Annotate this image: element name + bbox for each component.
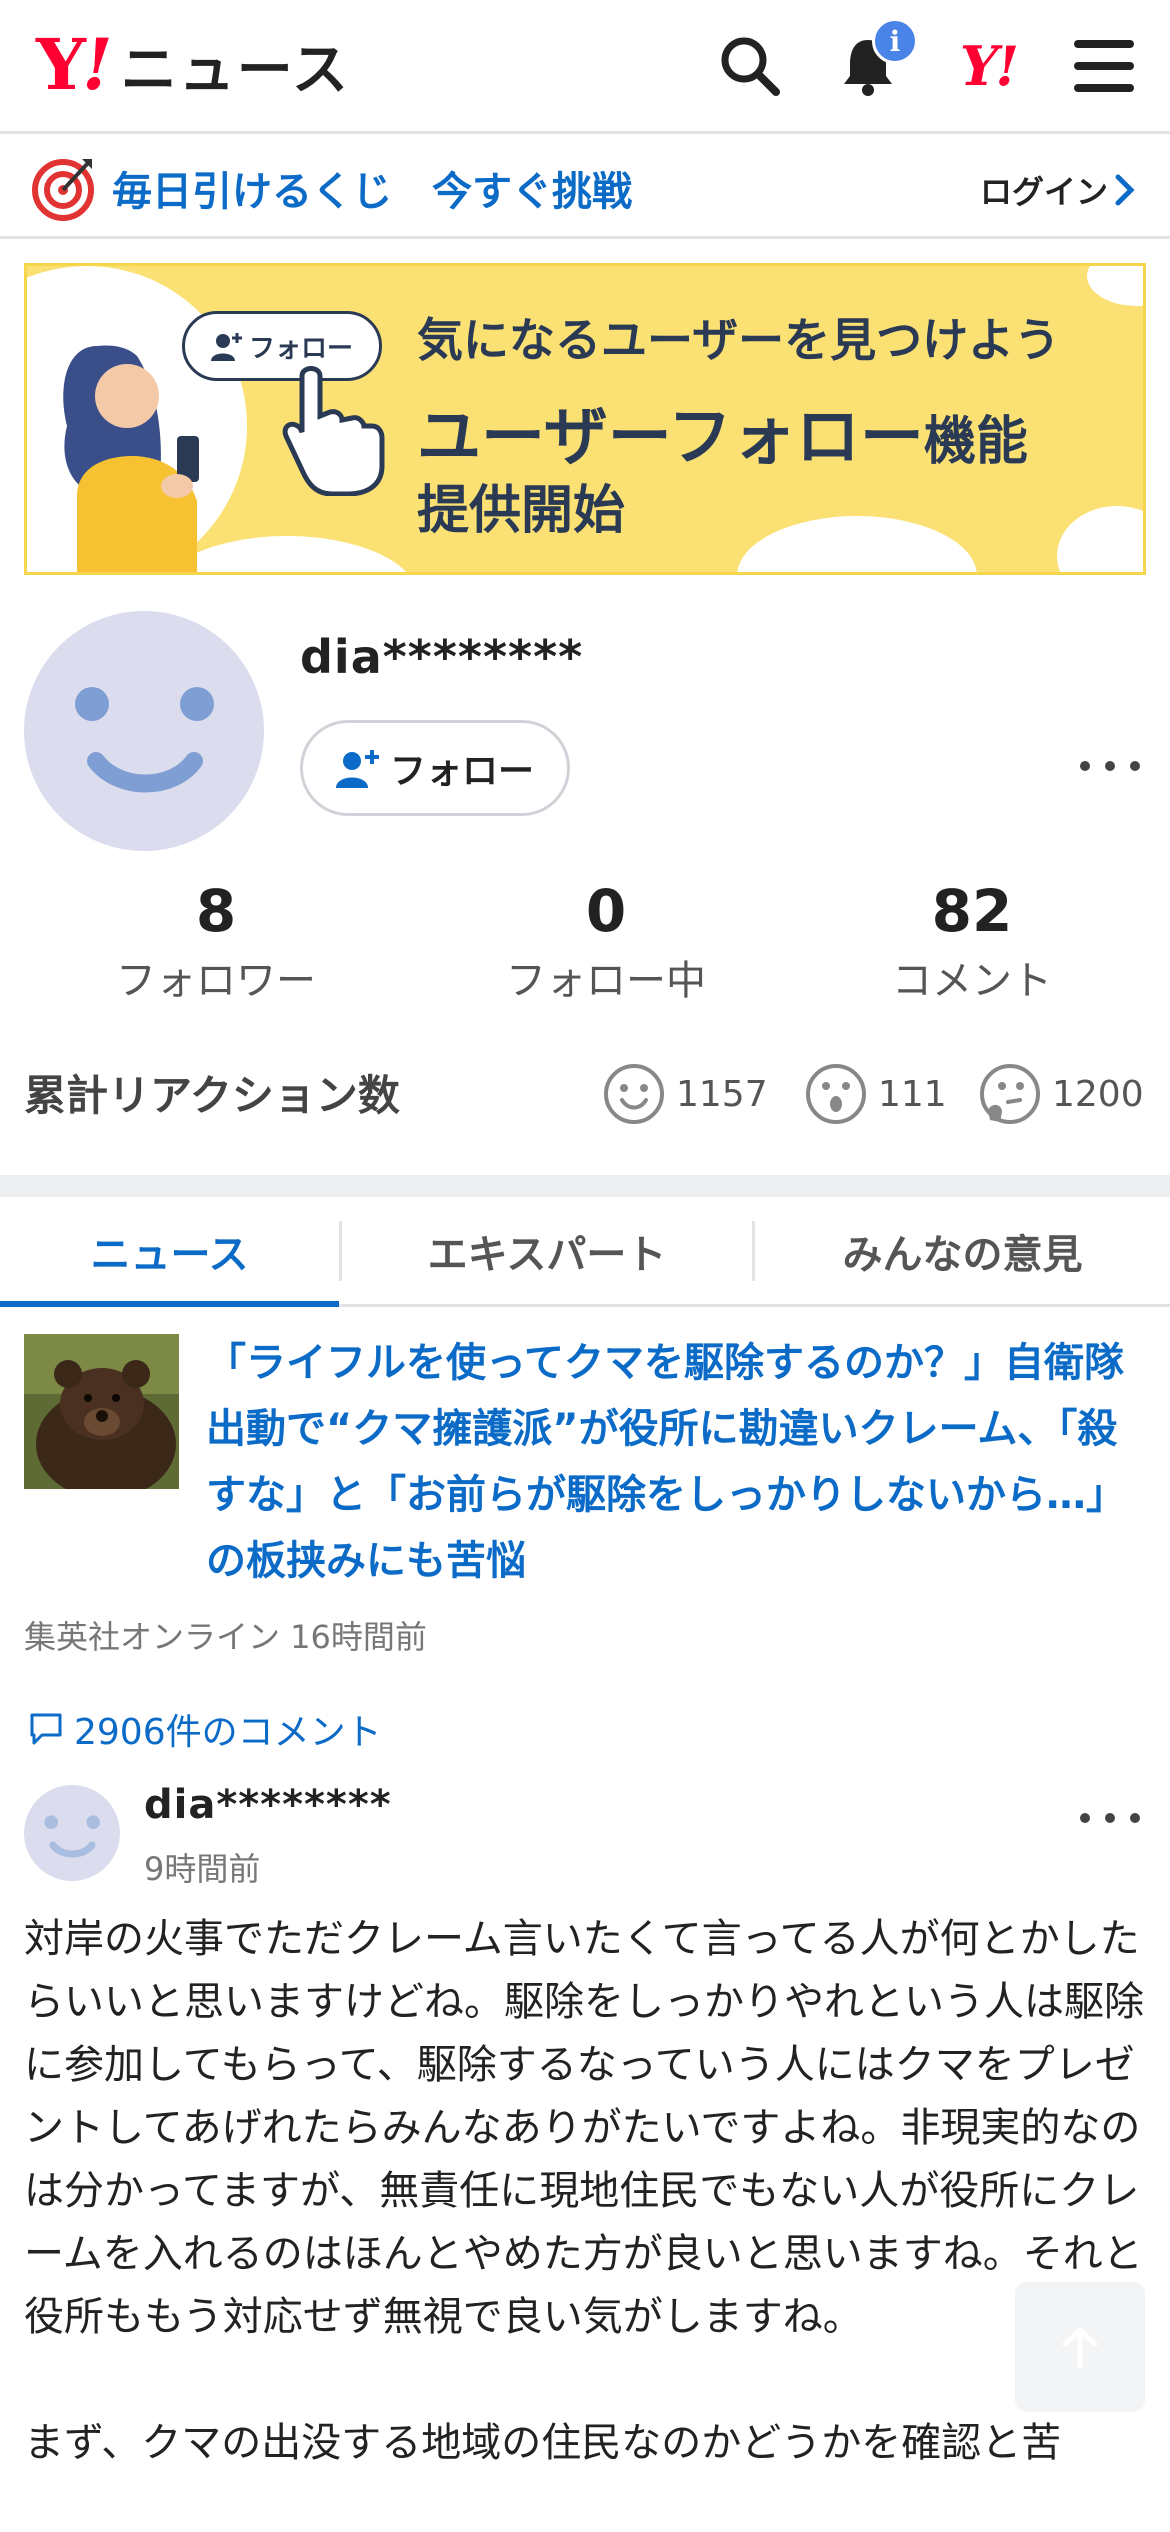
following-stat[interactable]: 0 フォロー中 xyxy=(456,877,756,1006)
app-header: Y ! ニュース i Y! xyxy=(0,0,1170,134)
thinking-icon xyxy=(980,1064,1040,1124)
comments-label: コメント xyxy=(892,957,1052,1004)
banner-pill-label: フォロー xyxy=(248,333,353,364)
reaction-total-title: 累計リアクション数 xyxy=(24,1071,400,1120)
lottery-text: 毎日引けるくじ 今すぐ挑戦 xyxy=(112,169,632,215)
tab-opinions[interactable]: みんなの意見 xyxy=(755,1197,1170,1304)
followers-stat[interactable]: 8 フォロワー xyxy=(66,877,366,1006)
following-count: 0 xyxy=(585,877,627,945)
login-label: ログイン xyxy=(979,173,1108,211)
article-comment-link[interactable]: 2906件のコメント xyxy=(28,1703,382,1755)
article-title-link[interactable]: 「ライフルを使ってクマを駆除するのか？」自衛隊出動で“クマ擁護派”が役所に勘違い… xyxy=(206,1330,1146,1594)
profile-avatar xyxy=(24,611,264,851)
search-icon[interactable] xyxy=(714,30,786,102)
followers-label: フォロワー xyxy=(116,957,316,1004)
yahoo-top-link[interactable]: Y! xyxy=(948,30,1028,102)
comment-count-label: 2906件のコメント xyxy=(74,1712,382,1753)
article-thumbnail[interactable] xyxy=(24,1334,179,1489)
notification-bell-icon[interactable]: i xyxy=(832,18,918,102)
banner-line3: 提供開始 xyxy=(417,481,626,541)
lottery-bar[interactable]: 毎日引けるくじ 今すぐ挑戦 ログイン xyxy=(0,137,1170,239)
commenter-avatar xyxy=(24,1785,120,1881)
logo-text: ニュース xyxy=(120,37,350,103)
logo-y-mark: Y xyxy=(36,23,86,106)
tab-news[interactable]: ニュース xyxy=(0,1197,339,1307)
yahoo-news-logo[interactable]: Y ! ニュース xyxy=(36,23,350,106)
follow-button-label: フォロー xyxy=(389,751,534,792)
banner-line2-small: 機能 xyxy=(923,412,1028,472)
login-link[interactable]: ログイン xyxy=(980,167,1136,213)
followers-count: 8 xyxy=(195,877,237,945)
banner-line1: 気になるユーザーを見つけよう xyxy=(417,313,1061,367)
comments-stat[interactable]: 82 コメント xyxy=(822,877,1122,1006)
reaction-smile: 1157 xyxy=(602,1062,768,1126)
user-follow-banner[interactable]: フォロー 気になるユーザーを見つけよう ユーザーフォロー機能 提供開始 xyxy=(24,263,1146,575)
comment-paragraph: まず、クマの出没する地域の住民なのかどうかを確認と苦 xyxy=(24,2420,1062,2466)
chevron-right-icon xyxy=(1115,174,1135,206)
surprised-icon xyxy=(806,1064,866,1124)
reaction-surprised: 111 xyxy=(804,1062,947,1126)
person-plus-icon xyxy=(210,333,242,361)
scroll-to-top-button[interactable] xyxy=(1015,2282,1145,2412)
comments-count: 82 xyxy=(931,877,1013,945)
comment-paragraph: 対岸の火事でただクレーム言いたくて言ってる人が何とかしたらいいと思いますけどね。… xyxy=(24,1916,1144,2340)
profile-more-menu-icon[interactable] xyxy=(1080,756,1140,776)
reaction-smile-count: 1157 xyxy=(676,1073,768,1115)
person-plus-icon xyxy=(335,750,379,788)
article-source: 集英社オンライン 16時間前 xyxy=(24,1618,427,1656)
follow-button[interactable]: フォロー xyxy=(300,720,570,816)
comment-body: 対岸の火事でただクレーム言いたくて言ってる人が何とかしたらいいと思いますけどね。… xyxy=(24,1908,1146,2475)
yahoo-mark: Y! xyxy=(959,34,1019,98)
tab-expert[interactable]: エキスパート xyxy=(342,1197,752,1304)
banner-line2-main: ユーザーフォロー xyxy=(417,401,924,475)
target-icon xyxy=(30,155,96,225)
speech-bubble-icon xyxy=(30,1713,62,1745)
arrow-up-icon xyxy=(1062,2327,1098,2369)
pointing-hand-icon xyxy=(282,366,385,496)
comment-more-menu-icon[interactable] xyxy=(1080,1808,1140,1828)
banner-line2: ユーザーフォロー機能 xyxy=(417,386,1028,478)
smile-icon xyxy=(604,1064,664,1124)
smiley-avatar-icon xyxy=(44,1815,100,1858)
notification-badge: i xyxy=(872,18,918,64)
menu-icon[interactable] xyxy=(1068,30,1140,102)
profile-username: dia******** xyxy=(300,630,584,684)
section-divider xyxy=(0,1175,1170,1197)
reaction-thinking: 1200 xyxy=(978,1062,1144,1126)
reaction-surprised-count: 111 xyxy=(878,1073,947,1115)
logo-exclamation: ! xyxy=(81,23,113,106)
following-label: フォロー中 xyxy=(506,957,706,1004)
smiley-avatar-icon xyxy=(75,687,214,793)
reaction-thinking-count: 1200 xyxy=(1052,1073,1144,1115)
comment-timestamp: 9時間前 xyxy=(144,1850,261,1888)
bear-photo-icon xyxy=(24,1334,179,1489)
content-tabs: ニュース エキスパート みんなの意見 xyxy=(0,1197,1170,1307)
commenter-username: dia******** xyxy=(144,1782,392,1828)
